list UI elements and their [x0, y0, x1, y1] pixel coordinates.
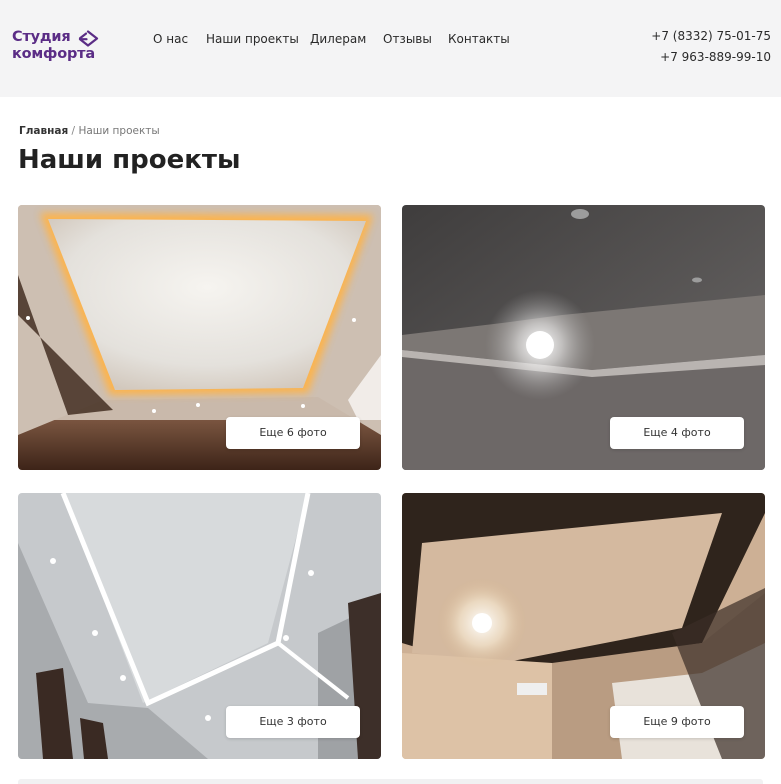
- project-card[interactable]: Еще 6 фото: [18, 205, 381, 470]
- next-section-edge: [18, 779, 763, 784]
- diamond-arrow-icon: [78, 30, 99, 47]
- breadcrumb-separator: /: [71, 125, 76, 137]
- phone-list: +7 (8332) 75-01-75 +7 963-889-99-10: [651, 26, 771, 68]
- project-card[interactable]: Еще 9 фото: [402, 493, 765, 759]
- project-card[interactable]: Еще 4 фото: [402, 205, 765, 470]
- more-photos-button[interactable]: Еще 4 фото: [610, 417, 744, 449]
- page-title: Наши проекты: [18, 145, 241, 175]
- brand-name-line2: комфорта: [12, 46, 95, 62]
- breadcrumb-home-link[interactable]: Главная: [19, 125, 68, 137]
- more-photos-button[interactable]: Еще 6 фото: [226, 417, 360, 449]
- breadcrumb: Главная / Наши проекты: [19, 124, 160, 138]
- site-header: Студия комфорта О нас Наши проекты Дилер…: [0, 0, 781, 97]
- more-photos-button[interactable]: Еще 9 фото: [610, 706, 744, 738]
- phone-link-2[interactable]: +7 963-889-99-10: [651, 47, 771, 68]
- nav-dealers[interactable]: Дилерам: [310, 30, 366, 48]
- nav-contacts[interactable]: Контакты: [448, 30, 510, 48]
- brand-logo[interactable]: Студия комфорта: [12, 29, 104, 65]
- more-photos-button[interactable]: Еще 3 фото: [226, 706, 360, 738]
- phone-link-1[interactable]: +7 (8332) 75-01-75: [651, 26, 771, 47]
- project-card[interactable]: Еще 3 фото: [18, 493, 381, 759]
- breadcrumb-current: Наши проекты: [78, 125, 160, 137]
- nav-reviews[interactable]: Отзывы: [383, 30, 432, 48]
- nav-about[interactable]: О нас: [153, 30, 188, 48]
- nav-projects[interactable]: Наши проекты: [206, 30, 299, 48]
